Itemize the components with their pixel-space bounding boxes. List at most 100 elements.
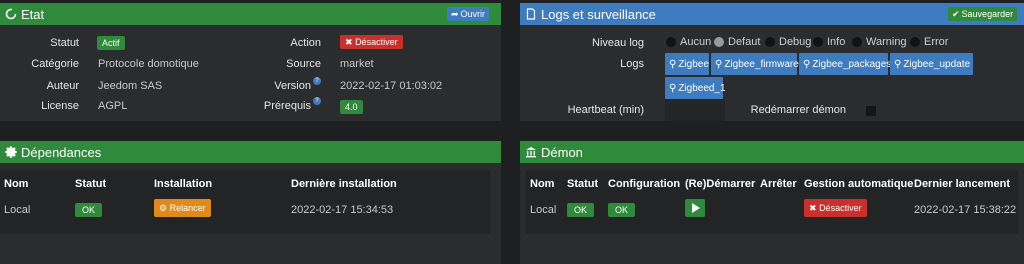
log-button-label: Zigbee_update [903, 58, 971, 70]
license-value: AGPL [98, 100, 128, 112]
version-label-text: Version [274, 80, 311, 92]
heartbeat-label: Heartbeat (min) [567, 104, 644, 116]
log-zigbeed-1-button[interactable]: ⚲ Zigbeed_1 [665, 77, 726, 99]
radio-warning[interactable]: Warning [852, 36, 907, 48]
restart-demon-button[interactable] [685, 199, 705, 217]
deps-header: Dépendances [0, 141, 501, 163]
save-button[interactable]: ✔ Sauvegarder [948, 7, 1018, 21]
gestion-desactiver-label: Désactiver [819, 203, 862, 213]
save-button-label: Sauvegarder [961, 9, 1014, 19]
demon-title: Démon [541, 144, 583, 160]
deps-row-date: 2022-02-17 15:34:53 [291, 204, 394, 216]
restart-checkbox[interactable] [866, 106, 876, 116]
level-label: Niveau log [592, 37, 644, 49]
deps-header-nom: Nom [4, 178, 29, 190]
version-value: 2022-02-17 01:03:02 [340, 80, 443, 92]
demon-header-lancement: Dernier lancement [914, 178, 1010, 190]
demon-row-name: Local [530, 204, 557, 216]
paperclip-icon: ⚲ [715, 58, 723, 70]
log-zigbee-firmware-button[interactable]: ⚲ Zigbee_firmware [711, 53, 799, 75]
radio-debug[interactable]: Debug [765, 36, 811, 48]
radio-info[interactable]: Info [813, 36, 845, 48]
check-circle-icon: ✔ [952, 9, 960, 19]
log-button-label: Zigbeed_1 [678, 82, 726, 94]
deps-row-name: Local [4, 204, 31, 216]
prerequis-label: Prérequis? [263, 97, 321, 112]
open-button-label: Ouvrir [460, 9, 486, 19]
radio-dot[interactable] [765, 37, 775, 47]
certificate-icon [5, 146, 17, 158]
question-icon[interactable]: ? [313, 97, 321, 105]
file-icon [526, 8, 536, 20]
demon-header-statut: Statut [567, 178, 599, 190]
logs-panel: Logs et surveillance ✔ Sauvegarder Nivea… [520, 3, 1024, 121]
radio-dot[interactable] [714, 37, 724, 47]
radio-label: Info [827, 36, 846, 48]
restart-label: Redémarrer démon [750, 104, 846, 116]
relancer-button[interactable]: ⚙ Relancer [154, 199, 211, 217]
deps-status-badge: OK [75, 203, 103, 217]
circle-notch-icon [5, 8, 17, 20]
radio-dot[interactable] [910, 37, 920, 47]
paperclip-icon: ⚲ [894, 58, 902, 70]
demon-header-nom: Nom [530, 178, 555, 190]
radio-dot[interactable] [852, 37, 862, 47]
deps-title: Dépendances [21, 144, 102, 160]
radio-label: Debug [779, 36, 812, 48]
radio-dot[interactable] [666, 37, 676, 47]
radio-aucun[interactable]: Aucun [666, 36, 711, 48]
times-icon: ✖ [809, 203, 817, 213]
source-value: market [340, 58, 374, 70]
deps-panel: Dépendances Nom Statut Installation Dern… [0, 141, 501, 264]
radio-dot[interactable] [813, 37, 823, 47]
share-icon: ➦ [451, 9, 459, 19]
categorie-value: Protocole domotique [98, 58, 199, 70]
demon-header-gestion: Gestion automatique [804, 178, 914, 190]
desactiver-plugin-label: Désactiver [355, 37, 398, 47]
radio-label: Error [924, 36, 949, 48]
action-label: Action [290, 37, 321, 49]
deps-header-installation: Installation [154, 178, 213, 190]
university-icon [526, 147, 536, 158]
logs-title: Logs et surveillance [541, 6, 656, 22]
statut-label: Statut [50, 37, 79, 49]
radio-label: Defaut [728, 36, 761, 48]
demon-config-badge: OK [608, 203, 636, 217]
radio-error[interactable]: Error [910, 36, 948, 48]
log-button-label: Zigbee [678, 58, 709, 70]
bicycle-icon: ⚙ [159, 203, 168, 213]
deps-table [0, 170, 490, 234]
source-label: Source [286, 58, 321, 70]
radio-label: Warning [866, 36, 907, 48]
etat-panel: Etat ➦ Ouvrir Statut Actif Catégorie Pro… [0, 3, 501, 121]
log-zigbee-button[interactable]: ⚲ Zigbee [665, 53, 709, 75]
paperclip-icon: ⚲ [669, 58, 677, 70]
log-button-label: Zigbee_firmware [724, 58, 799, 70]
times-icon: ✖ [345, 37, 353, 47]
deps-header-derniere: Dernière installation [291, 178, 397, 190]
gestion-desactiver-button[interactable]: ✖ Désactiver [804, 199, 867, 217]
demon-header-redemarrer: (Re)Démarrer [685, 178, 756, 190]
demon-panel: Démon Nom Statut Configuration (Re)Démar… [520, 141, 1024, 264]
log-button-label: Zigbee_packages [812, 58, 892, 70]
heartbeat-input[interactable] [665, 99, 725, 121]
auteur-label: Auteur [46, 80, 79, 92]
auteur-value: Jeedom SAS [98, 80, 163, 92]
log-zigbee-update-button[interactable]: ⚲ Zigbee_update [890, 53, 973, 75]
open-button[interactable]: ➦ Ouvrir [447, 7, 490, 21]
log-zigbee-packages-button[interactable]: ⚲ Zigbee_packages [799, 53, 892, 75]
demon-header-arreter: Arrêter [760, 178, 797, 190]
relancer-label: Relancer [169, 203, 206, 213]
question-icon[interactable]: ? [313, 77, 321, 85]
prerequis-label-text: Prérequis [263, 100, 311, 112]
radio-defaut[interactable]: Defaut [714, 36, 760, 48]
desactiver-plugin-button[interactable]: ✖ Désactiver [340, 35, 403, 49]
categorie-label: Catégorie [31, 58, 79, 70]
version-label: Version? [274, 77, 321, 92]
demon-row-date: 2022-02-17 15:38:22 [914, 204, 1017, 216]
prerequis-badge: 4.0 [340, 100, 363, 114]
demon-header: Démon [520, 141, 1024, 163]
paperclip-icon: ⚲ [669, 82, 677, 94]
paperclip-icon: ⚲ [803, 58, 811, 70]
deps-header-statut: Statut [75, 178, 107, 190]
